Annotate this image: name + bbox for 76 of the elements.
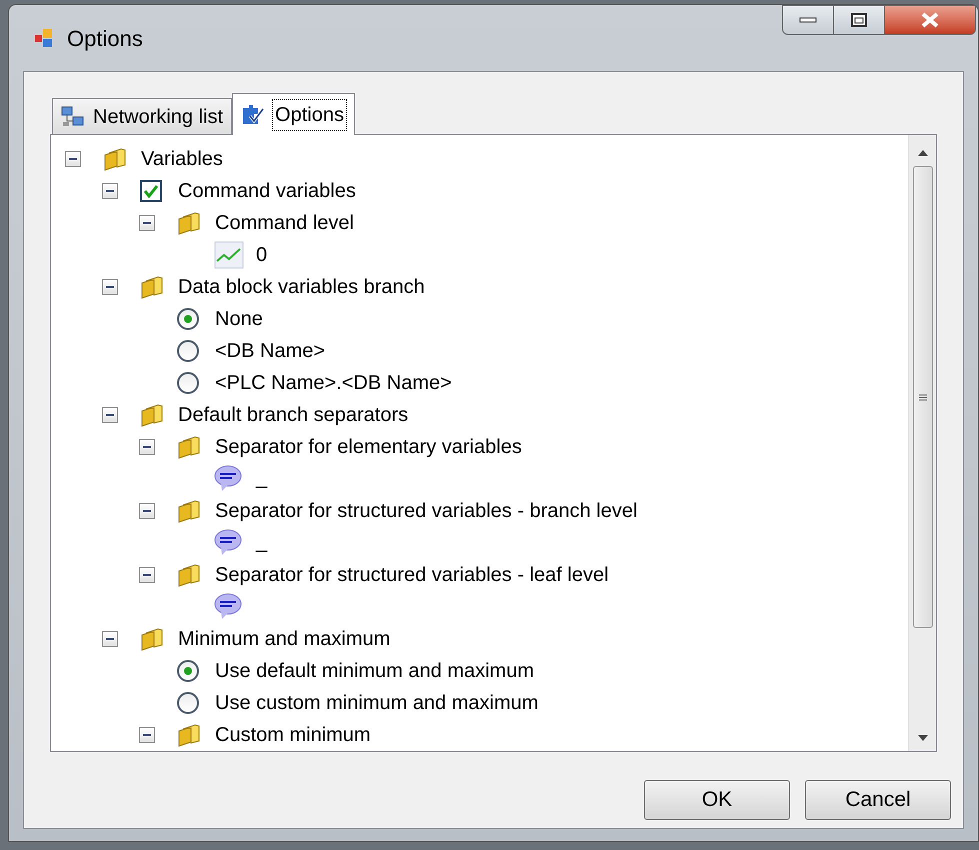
- collapse-toggle[interactable]: [102, 407, 118, 423]
- folder-icon: [140, 275, 164, 299]
- collapse-toggle[interactable]: [139, 567, 155, 583]
- folder-icon: [140, 627, 164, 651]
- folder-icon: [177, 563, 201, 587]
- line-chart-icon: [214, 241, 244, 269]
- scroll-up-icon: [918, 150, 928, 156]
- grip-icon: [918, 394, 926, 400]
- minus-icon: [143, 734, 151, 736]
- network-icon: [61, 106, 85, 128]
- maximize-button[interactable]: [834, 5, 884, 35]
- close-icon: [921, 12, 939, 28]
- scroll-down-icon: [918, 735, 928, 741]
- value-text[interactable]: 0: [256, 240, 268, 270]
- minus-icon: [143, 510, 151, 512]
- tab[interactable]: Options: [232, 93, 355, 135]
- minimize-button[interactable]: [782, 5, 834, 35]
- collapse-toggle[interactable]: [102, 279, 118, 295]
- tree-item-label[interactable]: Command level: [215, 208, 354, 238]
- close-button[interactable]: [884, 5, 976, 35]
- scrollbar[interactable]: [908, 135, 936, 751]
- minus-icon: [69, 158, 77, 160]
- text-bubble-icon: [214, 465, 242, 493]
- folder-icon: [140, 403, 164, 427]
- tree-item-label[interactable]: Use default minimum and maximum: [215, 656, 534, 686]
- checkbox[interactable]: [140, 180, 162, 202]
- puzzle-check-icon: [241, 104, 266, 126]
- minus-icon: [106, 638, 114, 640]
- minus-icon: [143, 446, 151, 448]
- minus-icon: [106, 414, 114, 416]
- collapse-toggle[interactable]: [139, 439, 155, 455]
- folder-icon: [177, 435, 201, 459]
- value-text[interactable]: _: [256, 527, 268, 557]
- minus-icon: [106, 286, 114, 288]
- tree-item-label[interactable]: Minimum and maximum: [178, 624, 390, 654]
- dialog-button[interactable]: OK: [644, 780, 790, 820]
- text-bubble-icon: [214, 529, 242, 557]
- collapse-toggle[interactable]: [102, 631, 118, 647]
- radio-button[interactable]: [177, 340, 199, 362]
- tree-item-label[interactable]: Default branch separators: [178, 400, 408, 430]
- tree-item-label[interactable]: Separator for structured variables - branch level: [215, 496, 638, 526]
- app-icon: [33, 27, 55, 49]
- folder-icon: [177, 723, 201, 747]
- radio-button[interactable]: [177, 308, 199, 330]
- minus-icon: [143, 574, 151, 576]
- tree-item-label[interactable]: Custom minimum: [215, 720, 371, 750]
- collapse-toggle[interactable]: [139, 503, 155, 519]
- maximize-icon: [851, 13, 867, 27]
- collapse-toggle[interactable]: [139, 215, 155, 231]
- dialog-button[interactable]: Cancel: [805, 780, 951, 820]
- text-bubble-icon: [214, 593, 242, 621]
- folder-icon: [177, 211, 201, 235]
- radio-button[interactable]: [177, 372, 199, 394]
- folder-icon: [177, 499, 201, 523]
- collapse-toggle[interactable]: [65, 151, 81, 167]
- scroll-thumb[interactable]: [912, 166, 932, 628]
- radio-button[interactable]: [177, 660, 199, 682]
- tree-item-label[interactable]: <PLC Name>.<DB Name>: [215, 368, 452, 398]
- value-text[interactable]: _: [256, 463, 268, 493]
- tree-item-label[interactable]: Command variables: [178, 176, 356, 206]
- minimize-icon: [799, 17, 817, 23]
- tree-item-label[interactable]: Use custom minimum and maximum: [215, 688, 538, 718]
- tree-item-label[interactable]: None: [215, 304, 263, 334]
- tree-item-label[interactable]: Variables: [141, 144, 223, 174]
- minus-icon: [106, 190, 114, 192]
- collapse-toggle[interactable]: [102, 183, 118, 199]
- window-title: Options: [67, 24, 143, 53]
- tree-item-label[interactable]: Separator for elementary variables: [215, 432, 522, 462]
- collapse-toggle[interactable]: [139, 727, 155, 743]
- minus-icon: [143, 222, 151, 224]
- tree-item-label[interactable]: <DB Name>: [215, 336, 326, 366]
- tree-item-label[interactable]: Data block variables branch: [178, 272, 425, 302]
- folder-icon: [103, 147, 127, 171]
- tree-item-label[interactable]: Separator for structured variables - leaf level: [215, 560, 609, 590]
- radio-button[interactable]: [177, 692, 199, 714]
- tab[interactable]: Networking list: [52, 98, 232, 134]
